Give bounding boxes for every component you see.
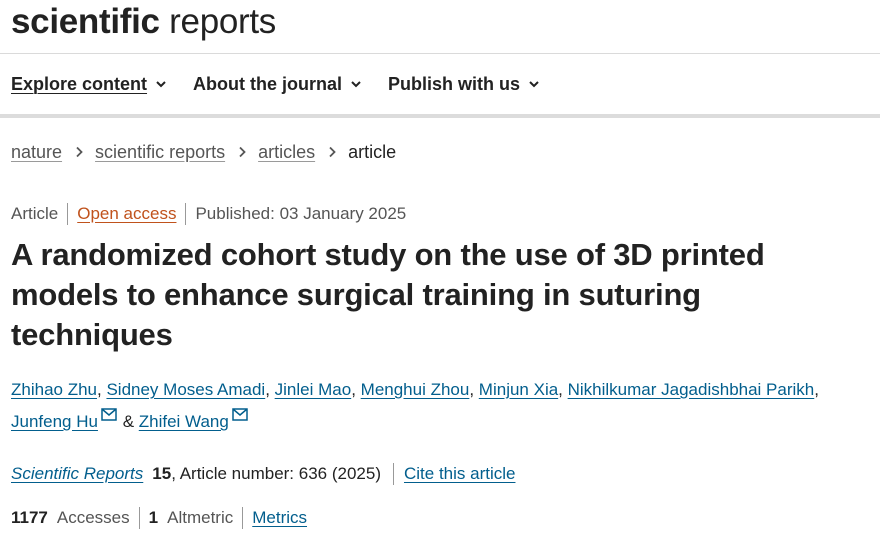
nav-about-journal[interactable]: About the journal — [193, 74, 362, 95]
accesses-label: Accesses — [56, 508, 130, 527]
author-separator: , — [558, 380, 568, 399]
header-divider — [0, 53, 880, 54]
article-number: , Article number: 636 (2025) — [171, 464, 381, 483]
chevron-down-icon — [351, 81, 361, 88]
author-separator: , — [265, 380, 275, 399]
breadcrumb-scientific-reports[interactable]: scientific reports — [95, 142, 225, 163]
accesses-count: 1177 — [11, 508, 48, 527]
nav-label: Explore content — [11, 73, 148, 94]
author-separator: , — [469, 380, 479, 399]
author-link[interactable]: Menghui Zhou — [361, 380, 470, 399]
published-date: Published: 03 January 2025 — [195, 204, 407, 223]
author-separator: , — [351, 380, 361, 399]
meta-divider — [185, 203, 187, 225]
author-link[interactable]: Zhifei Wang — [139, 412, 229, 431]
brand-light: reports — [169, 2, 277, 41]
journal-logo[interactable]: scientific reports — [11, 0, 276, 48]
mail-icon[interactable] — [101, 408, 117, 421]
breadcrumb-nature[interactable]: nature — [11, 142, 62, 163]
author-link[interactable]: Minjun Xia — [479, 380, 558, 399]
article-title: A randomized cohort study on the use of … — [11, 237, 765, 352]
nav-explore-content[interactable]: Explore content — [11, 74, 167, 95]
article-meta: Article Open access Published: 03 Januar… — [11, 202, 406, 226]
author-separator: , — [814, 380, 819, 399]
author-link[interactable]: Nikhilkumar Jagadishbhai Parikh — [568, 380, 815, 399]
journal-link[interactable]: Scientific Reports — [11, 464, 143, 484]
main-nav: Explore content About the journal Publis… — [11, 71, 566, 97]
chevron-right-icon — [239, 146, 246, 158]
altmetric-count: 1 — [148, 508, 159, 527]
nav-publish-with-us[interactable]: Publish with us — [388, 74, 540, 95]
meta-divider — [67, 203, 69, 225]
nav-label: Publish with us — [388, 73, 521, 94]
breadcrumb: nature scientific reports articles artic… — [11, 140, 396, 164]
open-access-link[interactable]: Open access — [77, 204, 176, 224]
chevron-right-icon — [76, 146, 83, 158]
chevron-right-icon — [329, 146, 336, 158]
brand-bold: scientific — [11, 2, 160, 41]
nav-divider — [0, 114, 880, 118]
author-link[interactable]: Sidney Moses Amadi — [106, 380, 265, 399]
metrics-link[interactable]: Metrics — [252, 508, 307, 528]
breadcrumb-articles[interactable]: articles — [258, 142, 315, 163]
author-and: & — [122, 412, 135, 431]
mail-icon[interactable] — [232, 408, 248, 421]
chevron-down-icon — [156, 81, 166, 88]
citation-divider — [392, 463, 394, 485]
nav-label: About the journal — [193, 73, 343, 94]
cite-this-article-link[interactable]: Cite this article — [404, 464, 515, 484]
author-list: Zhihao Zhu, Sidney Moses Amadi, Jinlei M… — [11, 374, 871, 438]
chevron-down-icon — [529, 81, 539, 88]
volume-number: 15 — [152, 464, 172, 483]
author-link[interactable]: Junfeng Hu — [11, 412, 98, 431]
metrics-row: 1177 Accesses 1 Altmetric Metrics — [11, 506, 307, 530]
article-type: Article — [11, 204, 59, 223]
author-link[interactable]: Jinlei Mao — [275, 380, 352, 399]
metrics-divider — [138, 507, 140, 529]
citation-row: Scientific Reports 15 , Article number: … — [11, 462, 515, 486]
author-link[interactable]: Zhihao Zhu — [11, 380, 97, 399]
altmetric-label: Altmetric — [167, 508, 234, 527]
breadcrumb-current: article — [348, 141, 397, 162]
metrics-divider — [242, 507, 244, 529]
